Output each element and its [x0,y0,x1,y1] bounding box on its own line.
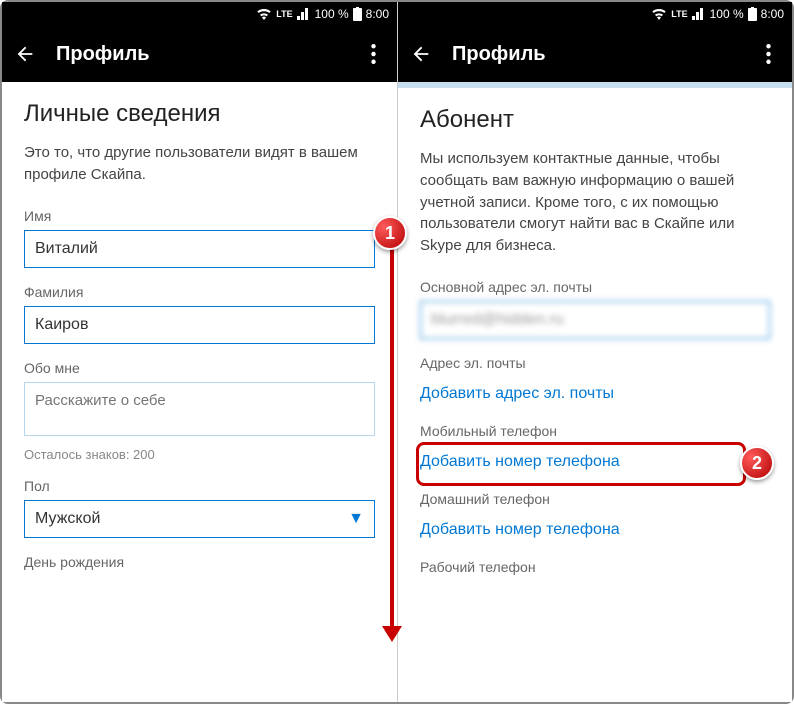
annotation-arrow-line [390,230,394,630]
clock: 8:00 [761,7,784,21]
char-counter: Осталось знаков: 200 [24,447,375,462]
battery-percent: 100 % [315,7,349,21]
phone-left: LTE 100 % 8:00 Профиль Личные сведения Э… [2,2,397,702]
gender-label: Пол [24,478,375,494]
lastname-input[interactable] [24,306,375,344]
wifi-icon [651,8,667,20]
battery-percent: 100 % [710,7,744,21]
page-title: Профиль [56,43,361,66]
add-home-phone-link[interactable]: Добавить номер телефона [420,513,770,551]
about-textarea[interactable] [24,382,375,436]
more-menu-button[interactable] [756,44,780,64]
profile-content: Личные сведения Это то, что другие польз… [2,82,397,702]
battery-icon [353,7,362,21]
signal-icon [297,8,311,20]
page-title: Профиль [452,43,756,66]
wifi-icon [256,8,272,20]
about-label: Обо мне [24,360,375,376]
mobile-label: Мобильный телефон [420,423,770,439]
back-button[interactable] [14,43,42,65]
lte-label: LTE [276,9,292,19]
add-email-link[interactable]: Добавить адрес эл. почты [420,377,770,415]
status-bar: LTE 100 % 8:00 [2,2,397,26]
primary-email-label: Основной адрес эл. почты [420,279,770,295]
section-description: Мы используем контактные данные, чтобы с… [420,148,770,257]
section-heading: Личные сведения [24,100,375,128]
app-bar: Профиль [398,26,792,82]
annotation-arrow-head [382,626,402,642]
firstname-input[interactable] [24,230,375,268]
phone-right: LTE 100 % 8:00 Профиль Абонент Мы исполь… [397,2,792,702]
email-label: Адрес эл. почты [420,355,770,371]
lastname-label: Фамилия [24,284,375,300]
home-phone-label: Домашний телефон [420,491,770,507]
gender-select[interactable]: Мужской ▼ [24,500,375,538]
callout-1: 1 [373,216,407,250]
battery-icon [748,7,757,21]
back-button[interactable] [410,43,438,65]
status-bar: LTE 100 % 8:00 [398,2,792,26]
highlight-add-email [416,442,746,486]
contact-content: Абонент Мы используем контактные данные,… [398,82,792,702]
app-bar: Профиль [2,26,397,82]
work-phone-label: Рабочий телефон [420,559,770,575]
gender-value: Мужской [35,510,100,528]
callout-2: 2 [740,446,774,480]
birthday-label: День рождения [24,554,375,570]
section-description: Это то, что другие пользователи видят в … [24,142,375,186]
clock: 8:00 [366,7,389,21]
chevron-down-icon: ▼ [348,510,364,528]
primary-email-input[interactable] [420,301,770,339]
firstname-label: Имя [24,208,375,224]
tab-indicator [398,82,792,88]
more-menu-button[interactable] [361,44,385,64]
lte-label: LTE [671,9,687,19]
signal-icon [692,8,706,20]
section-heading: Абонент [420,106,770,134]
